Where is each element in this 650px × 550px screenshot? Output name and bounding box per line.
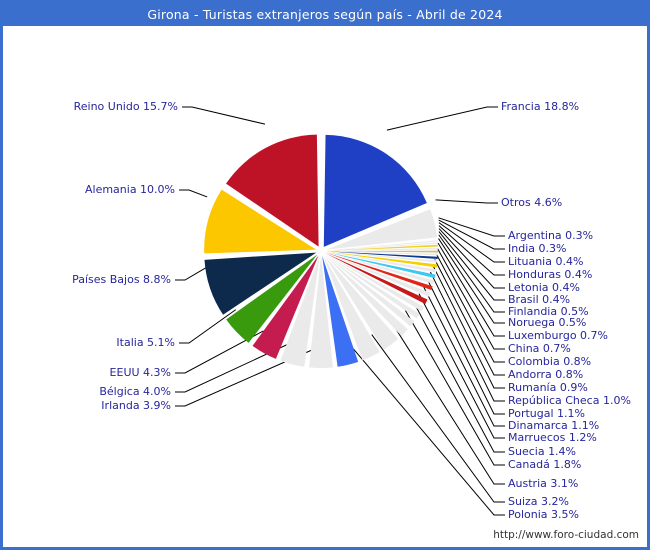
leader-line (438, 225, 505, 276)
slice-label: Andorra 0.8% (508, 368, 584, 381)
slice-label: EEUU 4.3% (109, 366, 171, 379)
slice-label: Canadá 1.8% (508, 458, 582, 471)
slice-label: Alemania 10.0% (84, 183, 175, 196)
leader-line (438, 217, 505, 237)
leader-line (404, 310, 505, 466)
slice-label: Brasil 0.4% (508, 293, 571, 306)
chart-window: Girona - Turistas extranjeros según país… (0, 0, 650, 550)
leader-line (423, 286, 505, 427)
leader-line (182, 106, 266, 125)
leader-line (175, 265, 210, 281)
slice-label: Honduras 0.4% (508, 268, 593, 281)
source-url: http://www.foro-ciudad.com (493, 529, 639, 541)
window-title-bar: Girona - Turistas extranjeros según país… (3, 3, 647, 26)
slice-label: Países Bajos 8.8% (72, 273, 171, 286)
slice-label: Rumanía 0.9% (508, 381, 588, 394)
leader-line (386, 106, 498, 131)
slice-label: Otros 4.6% (501, 196, 563, 209)
slice-label: Lituania 0.4% (508, 255, 584, 268)
leader-line (371, 334, 505, 503)
leader-line (179, 309, 237, 344)
slice-label: Austria 3.1% (508, 477, 579, 490)
slice-label: Argentina 0.3% (508, 229, 594, 242)
slice-label: Dinamarca 1.1% (508, 419, 600, 432)
slice-label: Marruecos 1.2% (508, 431, 597, 444)
slice-label: Colombia 0.8% (508, 355, 592, 368)
slice-label: India 0.3% (508, 242, 567, 255)
slice-label: Letonia 0.4% (508, 281, 580, 294)
leader-line (391, 322, 505, 485)
slice-label: Luxemburgo 0.7% (508, 329, 608, 342)
page-title: Girona - Turistas extranjeros según país… (147, 7, 503, 22)
leader-line (435, 199, 498, 204)
slice-label: Francia 18.8% (501, 100, 580, 113)
slice-label: Noruega 0.5% (508, 316, 587, 329)
leader-line (179, 189, 208, 198)
pie-slice[interactable] (309, 256, 333, 368)
slice-label: Polonia 3.5% (508, 508, 579, 521)
slice-label: Suiza 3.2% (508, 495, 569, 508)
slice-label: Bélgica 4.0% (99, 385, 171, 398)
chart-plot-area: Francia 18.8% Otros 4.6% Argentina 0.3% Ind… (3, 26, 647, 547)
slice-label: República Checa 1.0% (508, 394, 631, 407)
slice-label: Italia 5.1% (116, 336, 175, 349)
slice-label: Suecia 1.4% (508, 445, 577, 458)
slice-label: Portugal 1.1% (508, 407, 585, 420)
slice-label: China 0.7% (508, 342, 571, 355)
slice-label: Reino Unido 15.7% (73, 100, 178, 113)
pie-slices-group (204, 134, 438, 368)
slice-label: Irlanda 3.9% (101, 399, 171, 412)
